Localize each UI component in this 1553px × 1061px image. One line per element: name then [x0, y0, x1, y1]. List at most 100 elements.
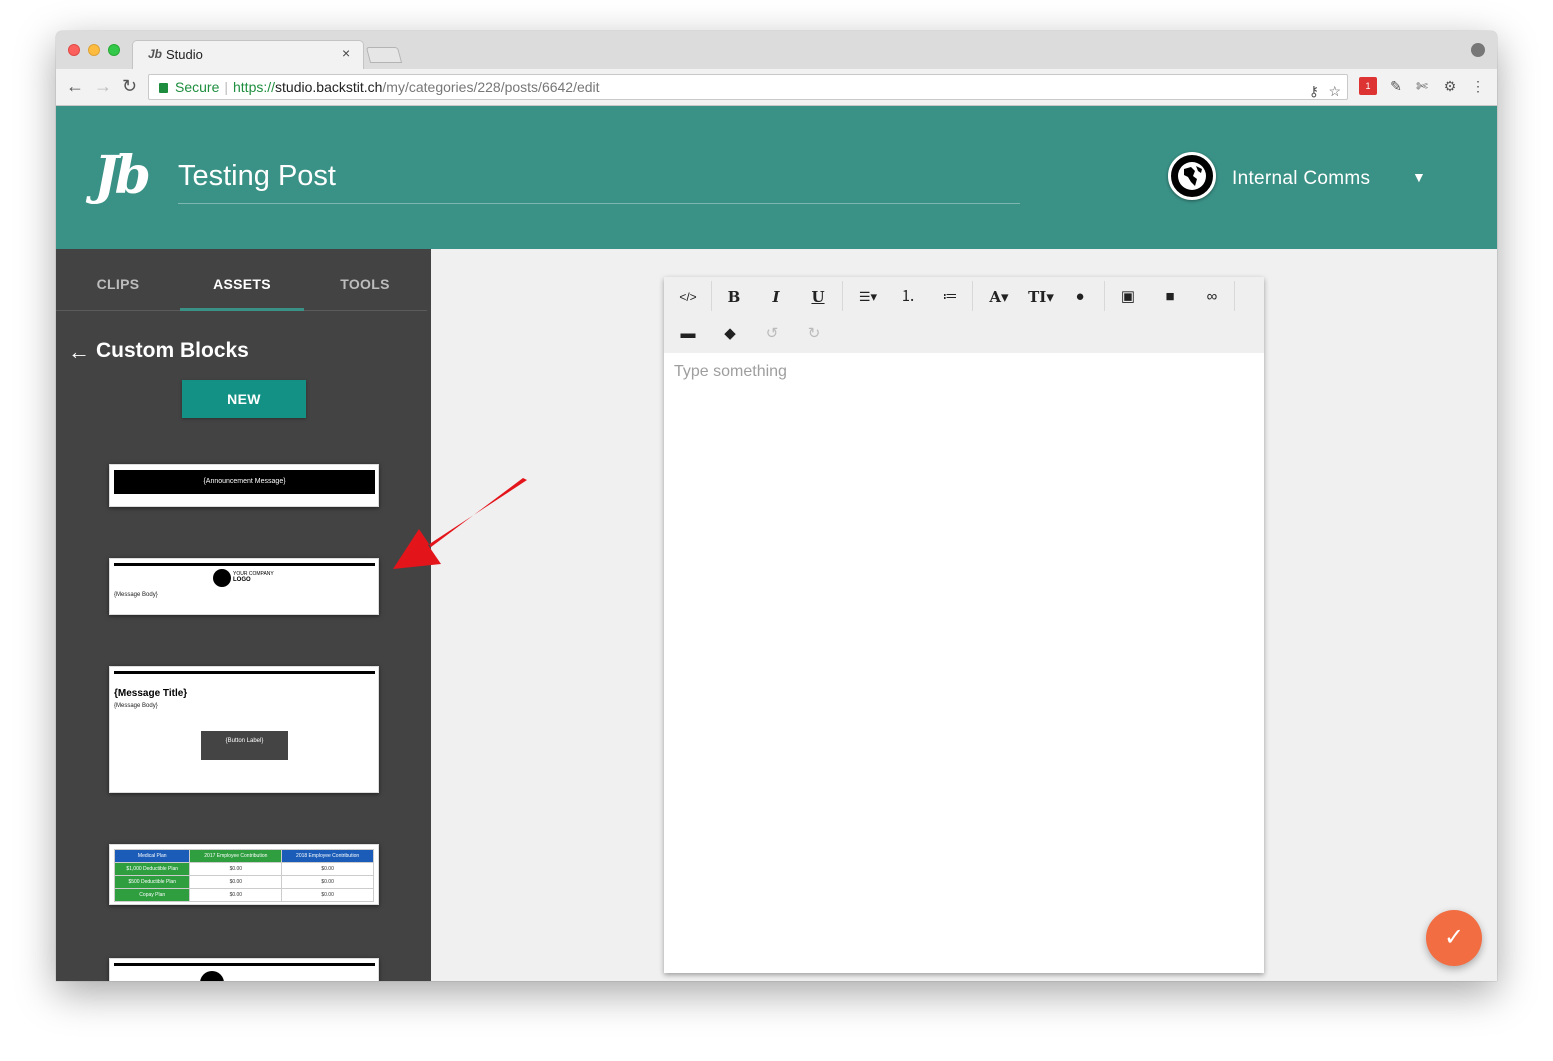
omnibox-separator: | [224, 79, 228, 95]
toolbar-divider [711, 281, 712, 311]
profile-icon[interactable] [1471, 43, 1485, 57]
table-row: $1,000 Deductible Plan $0.00 $0.00 [113, 862, 374, 876]
benefits-table: Medical Plan 2017 Employee Contribution … [113, 849, 374, 902]
close-window-button[interactable] [68, 44, 80, 56]
font-size-icon[interactable]: TI▾ [1020, 279, 1062, 315]
minimize-window-button[interactable] [88, 44, 100, 56]
active-tab-indicator [180, 308, 304, 311]
table-cell: $0.00 [281, 888, 374, 902]
toolbar-divider [842, 281, 843, 311]
back-arrow-icon[interactable]: ← [66, 77, 84, 95]
block-button-preview: {Button Label} [201, 731, 288, 760]
undo-icon[interactable]: ↺ [752, 316, 792, 352]
message-body-text: {Message Body} [114, 592, 158, 598]
tab-title: Studio [166, 47, 203, 62]
block-divider [114, 963, 375, 966]
align-icon[interactable]: ☰▾ [846, 279, 890, 315]
backstitch-logo[interactable]: Jb [94, 150, 151, 202]
redo-icon[interactable]: ↻ [794, 316, 834, 352]
company-logo-icon [213, 569, 231, 587]
toolbar-divider [1104, 281, 1105, 311]
editor-placeholder[interactable]: Type something [674, 363, 787, 381]
block-benefits-table[interactable]: Medical Plan 2017 Employee Contribution … [109, 844, 379, 905]
table-cell: $0.00 [281, 862, 374, 876]
tab-assets[interactable]: ASSETS [180, 249, 304, 311]
org-dropdown-caret-icon[interactable]: ▼ [1412, 169, 1426, 185]
table-row: Copay Plan $0.00 $0.00 [113, 888, 374, 902]
main-canvas: </> B I U ☰▾ ⒈ ≔ A▾ TI▾ ● ▣ ■ ∞ ▬ ◆ ↺ ↻ … [431, 249, 1497, 981]
browser-tabstrip: Jb Studio × [56, 31, 1497, 69]
wrench-extension-icon[interactable]: ✄ [1413, 77, 1431, 95]
editor-toolbar: </> B I U ☰▾ ⒈ ≔ A▾ TI▾ ● ▣ ■ ∞ ▬ ◆ ↺ ↻ [664, 277, 1264, 353]
custom-blocks-header[interactable]: ← Custom Blocks [68, 339, 249, 363]
gear-extension-icon[interactable]: ⚙ [1441, 77, 1459, 95]
section-title: Custom Blocks [96, 339, 249, 362]
key-icon[interactable]: ⚷ [1309, 79, 1319, 103]
message-body-text: {Message Body} [114, 703, 158, 709]
star-icon[interactable]: ☆ [1328, 79, 1341, 103]
ordered-list-icon[interactable]: ⒈ [888, 279, 928, 315]
table-row: $500 Deductible Plan $0.00 $0.00 [113, 875, 374, 889]
menu-kebab-icon[interactable]: ⋮ [1469, 77, 1487, 95]
block-partial[interactable] [109, 958, 379, 981]
font-color-icon[interactable]: A▾ [978, 279, 1020, 315]
browser-toolbar: ← → ↻ Secure | https://studio.backstit.ch/… [56, 69, 1497, 106]
tab-clips[interactable]: CLIPS [56, 249, 180, 311]
toolbar-divider [972, 281, 973, 311]
logo-word-text: LOGO [233, 577, 251, 583]
sidebar-tabs: CLIPS ASSETS TOOLS [56, 249, 427, 311]
organization-name[interactable]: Internal Comms [1232, 168, 1370, 190]
ink-drop-icon[interactable]: ● [1060, 279, 1100, 315]
horizontal-rule-icon[interactable]: ▬ [668, 316, 708, 352]
forward-arrow-icon[interactable]: → [94, 77, 112, 95]
table-header-cell: 2017 Employee Contribution [189, 849, 283, 863]
publish-check-button[interactable]: ✓ [1426, 910, 1482, 966]
company-logo-icon [200, 971, 224, 981]
table-cell: $0.00 [189, 862, 283, 876]
table-cell: $0.00 [281, 875, 374, 889]
address-bar[interactable]: Secure | https://studio.backstit.ch/my/cat… [148, 74, 1348, 100]
new-block-button[interactable]: NEW [182, 380, 306, 418]
table-header-cell: Medical Plan [113, 849, 191, 863]
block-divider [114, 563, 375, 566]
eyedropper-extension-icon[interactable]: ✎ [1387, 77, 1405, 95]
block-title-button[interactable]: {Message Title} {Message Body} {Button L… [109, 666, 379, 793]
secure-label: Secure [175, 79, 220, 95]
message-title-text: {Message Title} [114, 688, 188, 699]
table-cell: $1,000 Deductible Plan [113, 862, 191, 876]
unordered-list-icon[interactable]: ≔ [930, 279, 970, 315]
link-icon[interactable]: ∞ [1192, 279, 1232, 315]
url-host: studio.backstit.ch [275, 79, 383, 95]
rich-text-editor: </> B I U ☰▾ ⒈ ≔ A▾ TI▾ ● ▣ ■ ∞ ▬ ◆ ↺ ↻ … [664, 277, 1264, 973]
image-icon[interactable]: ▣ [1108, 279, 1148, 315]
bold-icon[interactable]: B [714, 279, 754, 315]
globe-icon [1178, 162, 1206, 190]
browser-window: Jb Studio × ← → ↻ Secure | https://studio.… [56, 31, 1497, 981]
underline-icon[interactable]: U [798, 279, 838, 315]
block-logo-message[interactable]: YOUR COMPANY LOGO {Message Body} [109, 558, 379, 615]
tab-close-icon[interactable]: × [342, 45, 350, 61]
zoom-window-button[interactable] [108, 44, 120, 56]
video-icon[interactable]: ■ [1150, 279, 1190, 315]
tab-favicon-icon: Jb [148, 47, 163, 61]
tab-tools[interactable]: TOOLS [303, 249, 427, 311]
table-header-cell: 2018 Employee Contribution [281, 849, 374, 863]
italic-icon[interactable]: I [756, 279, 796, 315]
table-cell: $0.00 [189, 888, 283, 902]
toolbar-divider [1234, 281, 1235, 311]
eraser-icon[interactable]: ◆ [710, 316, 750, 352]
new-tab-button[interactable] [365, 47, 403, 63]
url-scheme: https:// [233, 79, 276, 95]
code-view-icon[interactable]: </> [668, 279, 708, 315]
post-title-input[interactable]: Testing Post [178, 160, 1020, 204]
block-announcement[interactable]: {Announcement Message} [109, 464, 379, 507]
extension-badge-icon[interactable]: 1 [1359, 77, 1377, 95]
organization-avatar[interactable] [1168, 152, 1216, 200]
app-header: Jb Testing Post Internal Comms ▼ [56, 106, 1497, 249]
table-cell: $500 Deductible Plan [113, 875, 191, 889]
table-cell: Copay Plan [113, 888, 191, 902]
back-arrow-icon[interactable]: ← [68, 339, 90, 364]
reload-icon[interactable]: ↻ [122, 77, 137, 95]
lock-icon [159, 83, 168, 93]
sidebar: CLIPS ASSETS TOOLS ← Custom Blocks NEW {A… [56, 249, 431, 981]
